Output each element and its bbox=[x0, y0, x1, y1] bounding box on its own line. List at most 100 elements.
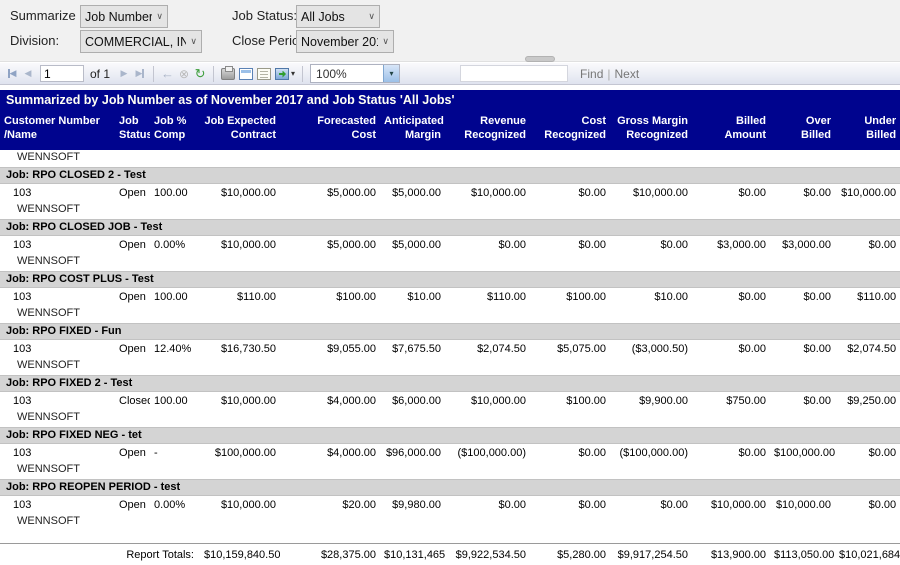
chevron-down-icon: ∨ bbox=[368, 11, 375, 22]
cell-pct-comp: 100.00 bbox=[150, 391, 200, 410]
zoom-dropdown[interactable]: 100% ▾ bbox=[310, 64, 400, 83]
cell-billed-amount: $0.00 bbox=[692, 183, 770, 202]
cell-anticipated-margin: $5,000.00 bbox=[380, 235, 445, 254]
job-group-header-row: Job: RPO REOPEN PERIOD - test bbox=[0, 479, 900, 495]
cell-gross-margin: $9,900.00 bbox=[610, 391, 692, 410]
cell-revenue-recognized: $10,000.00 bbox=[445, 183, 530, 202]
print-button[interactable] bbox=[219, 65, 237, 83]
zoom-dropdown-button[interactable]: ▾ bbox=[383, 65, 399, 82]
cell-expected-contract: $10,000.00 bbox=[200, 183, 280, 202]
cell-under-billed: $2,074.50 bbox=[835, 339, 900, 358]
cell-under-billed: $10,000.00 bbox=[835, 183, 900, 202]
cell-job-status: Open bbox=[115, 287, 150, 306]
cell-pct-comp: 100.00 bbox=[150, 287, 200, 306]
cell-pct-comp: 12.40% bbox=[150, 339, 200, 358]
job-group-label: Job: RPO CLOSED 2 - Test bbox=[0, 167, 900, 183]
next-page-icon: ▶ bbox=[121, 68, 128, 79]
column-header-expected-contract: Job ExpectedContract bbox=[200, 111, 280, 150]
cell-under-billed: $0.00 bbox=[835, 495, 900, 514]
column-header-pct-comp: Job %Comp bbox=[150, 111, 200, 150]
division-dropdown[interactable]: COMMERCIAL, INDUS ∨ bbox=[80, 30, 202, 53]
cell-cost-recognized: $0.00 bbox=[530, 443, 610, 462]
cell-gross-margin: $0.00 bbox=[610, 235, 692, 254]
cell-customer-number: 103 bbox=[0, 235, 115, 254]
column-header-forecasted-cost: ForecastedCost bbox=[280, 111, 380, 150]
cell-expected-contract: $10,000.00 bbox=[200, 235, 280, 254]
export-save-icon bbox=[275, 68, 289, 80]
first-page-button[interactable]: ◀ bbox=[4, 65, 20, 83]
total-over-billed: $113,050.00 bbox=[770, 544, 835, 565]
last-page-button[interactable]: ▶ bbox=[132, 65, 148, 83]
stop-icon: ⊗ bbox=[179, 67, 189, 81]
job-status-dropdown[interactable]: All Jobs ∨ bbox=[296, 5, 380, 28]
report-toolbar: ◀ ◀ of 1 ▶ ▶ ← ⊗ ↻ ▾ 100% ▾ Find | Next bbox=[0, 62, 900, 85]
page-setup-button[interactable] bbox=[255, 65, 273, 83]
cell-revenue-recognized: $0.00 bbox=[445, 235, 530, 254]
next-page-button[interactable]: ▶ bbox=[116, 65, 132, 83]
cell-under-billed: $0.00 bbox=[835, 443, 900, 462]
cell-forecasted-cost: $100.00 bbox=[280, 287, 380, 306]
page-count-label: of 1 bbox=[90, 67, 110, 81]
cell-over-billed: $10,000.00 bbox=[770, 495, 835, 514]
export-button[interactable]: ▾ bbox=[273, 65, 297, 83]
toolbar-separator bbox=[213, 66, 214, 82]
column-header-anticipated-margin: AnticipatedMargin bbox=[380, 111, 445, 150]
cell-billed-amount: $0.00 bbox=[692, 339, 770, 358]
cell-customer-number: 103 bbox=[0, 183, 115, 202]
refresh-button[interactable]: ↻ bbox=[192, 65, 208, 83]
cell-billed-amount: $10,000.00 bbox=[692, 495, 770, 514]
print-layout-button[interactable] bbox=[237, 65, 255, 83]
splitter-handle[interactable] bbox=[525, 56, 555, 62]
refresh-icon: ↻ bbox=[195, 66, 206, 82]
customer-name: WENNSOFT bbox=[0, 150, 900, 168]
column-header-gross-margin: Gross MarginRecognized bbox=[610, 111, 692, 150]
cell-forecasted-cost: $4,000.00 bbox=[280, 391, 380, 410]
previous-page-button[interactable]: ◀ bbox=[20, 65, 36, 83]
cell-revenue-recognized: $2,074.50 bbox=[445, 339, 530, 358]
stop-button[interactable]: ⊗ bbox=[176, 65, 192, 83]
cell-gross-margin: ($100,000.00) bbox=[610, 443, 692, 462]
summarize-by-dropdown[interactable]: Job Number ∨ bbox=[80, 5, 168, 28]
column-header-customer: Customer Number/Name bbox=[0, 111, 115, 150]
customer-name: WENNSOFT bbox=[0, 358, 900, 376]
job-data-row: 103 Open - $100,000.00 $4,000.00 $96,000… bbox=[0, 443, 900, 462]
find-next-button[interactable]: Next bbox=[611, 67, 644, 81]
cell-anticipated-margin: $10.00 bbox=[380, 287, 445, 306]
job-group-label: Job: RPO CLOSED JOB - Test bbox=[0, 219, 900, 235]
job-status-label: Job Status: bbox=[232, 8, 297, 23]
cell-job-status: Open bbox=[115, 235, 150, 254]
chevron-down-icon: ∨ bbox=[190, 36, 197, 47]
cell-expected-contract: $100,000.00 bbox=[200, 443, 280, 462]
report-title: Summarized by Job Number as of November … bbox=[0, 90, 900, 111]
find-button[interactable]: Find bbox=[576, 67, 607, 81]
job-data-row: 103 Open 0.00% $10,000.00 $5,000.00 $5,0… bbox=[0, 235, 900, 254]
cell-job-status: Open bbox=[115, 495, 150, 514]
job-data-row: 103 Closed 100.00 $10,000.00 $4,000.00 $… bbox=[0, 391, 900, 410]
close-period-dropdown[interactable]: November 2017 ∨ bbox=[296, 30, 394, 53]
cell-revenue-recognized: $0.00 bbox=[445, 495, 530, 514]
cell-forecasted-cost: $9,055.00 bbox=[280, 339, 380, 358]
cell-under-billed: $0.00 bbox=[835, 235, 900, 254]
cell-anticipated-margin: $5,000.00 bbox=[380, 183, 445, 202]
job-group-header-row: Job: RPO FIXED NEG - tet bbox=[0, 427, 900, 443]
cell-job-status: Open bbox=[115, 183, 150, 202]
cell-over-billed: $0.00 bbox=[770, 391, 835, 410]
job-group-label: Job: RPO FIXED NEG - tet bbox=[0, 427, 900, 443]
cell-pct-comp: 0.00% bbox=[150, 495, 200, 514]
cell-gross-margin: $10.00 bbox=[610, 287, 692, 306]
cell-revenue-recognized: $110.00 bbox=[445, 287, 530, 306]
find-text-input[interactable] bbox=[460, 65, 568, 82]
cell-under-billed: $110.00 bbox=[835, 287, 900, 306]
customer-name-row: WENNSOFT bbox=[0, 254, 900, 272]
report-totals-row: Report Totals: $10,159,840.50 $28,375.00… bbox=[0, 544, 900, 565]
cell-under-billed: $9,250.00 bbox=[835, 391, 900, 410]
total-forecasted-cost: $28,375.00 bbox=[280, 544, 380, 565]
column-header-cost-recognized: CostRecognized bbox=[530, 111, 610, 150]
cell-anticipated-margin: $6,000.00 bbox=[380, 391, 445, 410]
back-button[interactable]: ← bbox=[159, 65, 176, 83]
cell-anticipated-margin: $9,980.00 bbox=[380, 495, 445, 514]
page-number-input[interactable] bbox=[40, 65, 84, 82]
filter-panel: Summarize By: Job Number ∨ Job Status: A… bbox=[0, 0, 900, 62]
customer-name-row: WENNSOFT bbox=[0, 462, 900, 480]
cell-expected-contract: $10,000.00 bbox=[200, 495, 280, 514]
